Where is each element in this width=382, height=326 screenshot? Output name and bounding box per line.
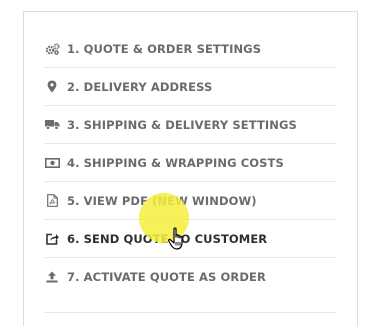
menu-item-label: 3. SHIPPING & DELIVERY SETTINGS	[67, 117, 297, 132]
share-icon	[44, 232, 60, 246]
divider	[44, 312, 336, 313]
menu-item-delivery-address[interactable]: 2. DELIVERY ADDRESS	[44, 68, 336, 106]
upload-icon	[44, 270, 60, 284]
menu-item-shipping-delivery-settings[interactable]: 3. SHIPPING & DELIVERY SETTINGS	[44, 106, 336, 144]
menu-item-send-quote[interactable]: 6. SEND QUOTE TO CUSTOMER	[44, 220, 336, 258]
menu-item-view-pdf[interactable]: 5. VIEW PDF (NEW WINDOW)	[44, 182, 336, 220]
menu-item-activate-quote[interactable]: 7. ACTIVATE QUOTE AS ORDER	[44, 258, 336, 295]
map-marker-icon	[44, 80, 60, 94]
hand-cursor-icon	[168, 227, 188, 255]
menu-item-shipping-wrapping-costs[interactable]: 4. SHIPPING & WRAPPING COSTS	[44, 144, 336, 182]
menu-item-quote-order-settings[interactable]: 1. QUOTE & ORDER SETTINGS	[44, 30, 336, 68]
pdf-file-icon	[44, 194, 60, 208]
quote-actions-menu: 1. QUOTE & ORDER SETTINGS 2. DELIVERY AD…	[44, 30, 336, 295]
money-icon	[44, 156, 60, 170]
menu-item-label: 4. SHIPPING & WRAPPING COSTS	[67, 155, 284, 170]
gears-icon	[44, 42, 60, 56]
quote-actions-panel: 1. QUOTE & ORDER SETTINGS 2. DELIVERY AD…	[23, 11, 358, 326]
menu-item-label: 2. DELIVERY ADDRESS	[67, 79, 213, 94]
menu-item-label: 1. QUOTE & ORDER SETTINGS	[67, 41, 262, 56]
menu-item-label: 7. ACTIVATE QUOTE AS ORDER	[67, 269, 266, 284]
truck-icon	[44, 118, 60, 132]
